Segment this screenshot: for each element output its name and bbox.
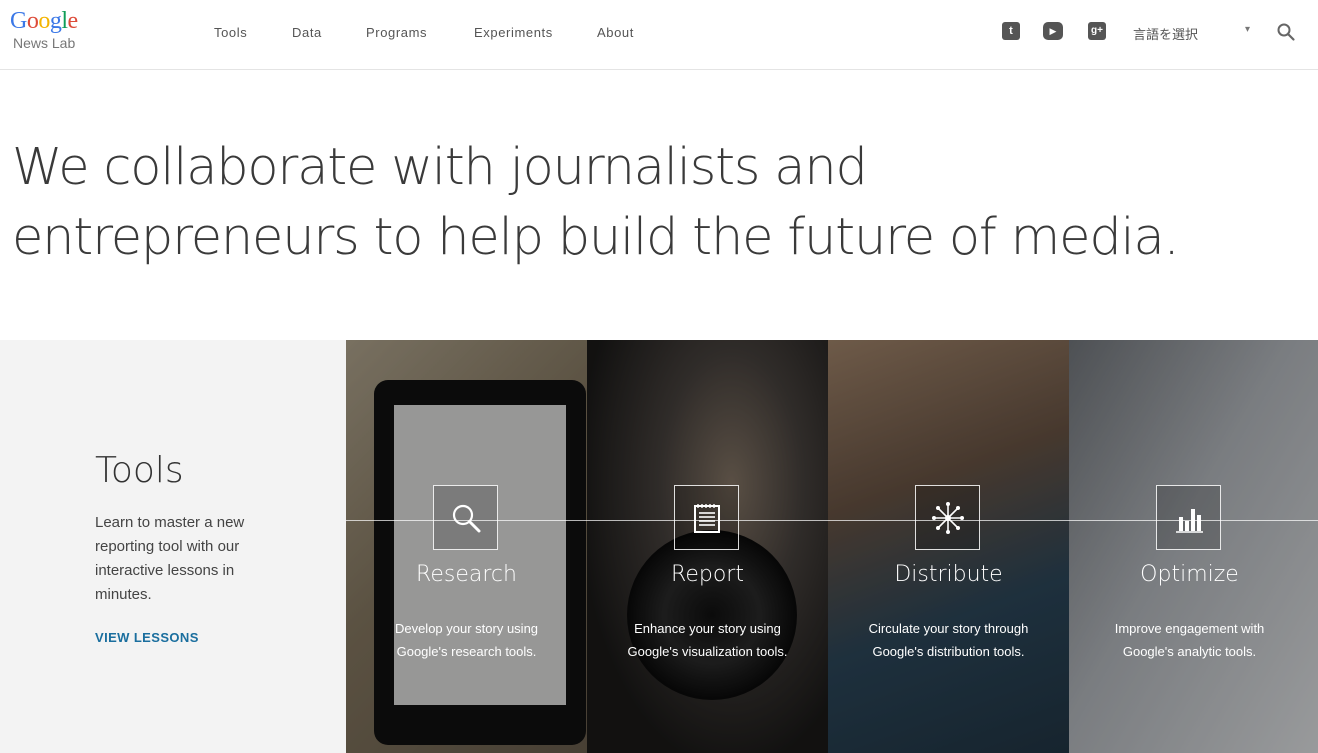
logo-subtitle: News Lab <box>13 35 76 51</box>
tile-description: Develop your story using Google's resear… <box>356 617 577 663</box>
tile-desc-line: Improve engagement with <box>1114 621 1265 636</box>
chevron-down-icon[interactable]: ▾ <box>1245 24 1250 35</box>
logo-letter: G <box>10 8 27 34</box>
bar-chart-icon <box>1156 485 1221 550</box>
logo-letter: e <box>67 8 79 34</box>
tile-description: Improve engagement with Google's analyti… <box>1079 617 1300 663</box>
twitter-icon[interactable]: t <box>1002 22 1020 40</box>
nav-about[interactable]: About <box>597 25 634 40</box>
logo-letter: o <box>26 8 39 34</box>
youtube-icon[interactable]: ▶ <box>1043 22 1063 40</box>
nav-tools[interactable]: Tools <box>214 25 247 40</box>
tile-desc-line: Google's visualization tools. <box>627 644 788 659</box>
google-plus-icon[interactable]: g+ <box>1088 22 1106 40</box>
view-lessons-link[interactable]: VIEW LESSONS <box>95 630 199 645</box>
tool-tiles: Research Develop your story using Google… <box>346 340 1318 753</box>
tiles-divider-line <box>346 520 1318 521</box>
logo-letter: o <box>38 8 50 34</box>
tile-title: Report <box>671 562 744 587</box>
tile-desc-line: Enhance your story using <box>634 621 781 636</box>
tools-title: Tools <box>95 450 184 491</box>
search-icon[interactable] <box>1276 22 1296 42</box>
tile-optimize[interactable]: Optimize Improve engagement with Google'… <box>1069 340 1318 753</box>
tile-desc-line: Circulate your story through <box>868 621 1029 636</box>
google-news-lab-logo[interactable]: Google News Lab <box>10 7 100 51</box>
tile-research[interactable]: Research Develop your story using Google… <box>346 340 587 753</box>
tile-distribute[interactable]: Distribute Circulate your story through … <box>828 340 1069 753</box>
tools-description: Learn to master a new reporting tool wit… <box>95 514 245 603</box>
google-wordmark: Google <box>10 7 100 35</box>
tile-description: Enhance your story using Google's visual… <box>597 617 818 663</box>
site-header: Google News Lab Tools Data Programs Expe… <box>0 0 1318 70</box>
tile-title: Research <box>416 562 517 587</box>
magnifier-icon <box>433 485 498 550</box>
logo-letter: g <box>49 8 62 34</box>
nav-data[interactable]: Data <box>292 25 322 40</box>
tile-title: Optimize <box>1140 562 1239 587</box>
tile-desc-line: Google's analytic tools. <box>1122 644 1257 659</box>
hero-line-1: We collaborate with journalists and <box>12 138 868 197</box>
nav-programs[interactable]: Programs <box>366 25 427 40</box>
tools-panel: Tools Learn to master a new reporting to… <box>0 340 346 753</box>
nav-experiments[interactable]: Experiments <box>474 25 553 40</box>
tile-desc-line: Google's distribution tools. <box>872 644 1025 659</box>
network-icon <box>915 485 980 550</box>
language-selector[interactable]: 言語を選択 <box>1133 24 1198 43</box>
tile-description: Circulate your story through Google's di… <box>838 617 1059 663</box>
notepad-icon <box>674 485 739 550</box>
tile-report[interactable]: Report Enhance your story using Google's… <box>587 340 828 753</box>
tile-desc-line: Google's research tools. <box>396 644 537 659</box>
hero-headline: We collaborate with journalists and entr… <box>12 133 1262 273</box>
tile-title: Distribute <box>894 562 1003 587</box>
tile-desc-line: Develop your story using <box>394 621 539 636</box>
hero-line-2: entrepreneurs to help build the future o… <box>12 208 1180 267</box>
